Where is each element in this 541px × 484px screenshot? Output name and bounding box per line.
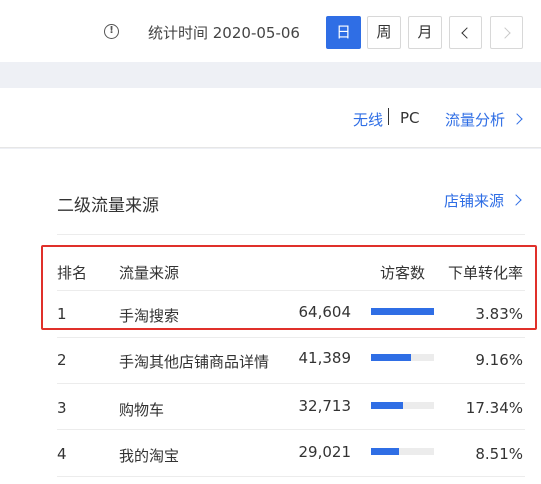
divider	[57, 429, 525, 430]
store-source-link[interactable]: 店铺来源	[444, 190, 522, 211]
traffic-analysis-label: 流量分析	[445, 111, 506, 129]
divider	[57, 234, 525, 235]
col-source: 流量来源	[119, 264, 180, 282]
info-icon: !	[104, 24, 119, 39]
row-rank: 2	[57, 351, 67, 369]
visitor-bar	[371, 448, 434, 455]
row-rank: 1	[57, 305, 67, 323]
visitor-bar-fill	[371, 308, 434, 315]
chevron-left-icon	[461, 27, 473, 39]
wireless-link[interactable]: 无线	[353, 109, 383, 130]
pc-link[interactable]: PC	[400, 109, 420, 127]
chevron-right-icon	[511, 113, 523, 125]
visitor-bar-fill	[371, 402, 404, 409]
chevron-right-icon	[499, 27, 511, 39]
divider	[57, 476, 525, 477]
visitor-bar	[371, 354, 434, 361]
visitor-bar-fill	[371, 448, 400, 455]
col-rank: 排名	[57, 264, 88, 282]
store-source-label: 店铺来源	[444, 192, 505, 210]
col-visitors[interactable]: 访客数	[380, 262, 425, 283]
traffic-source-panel: 二级流量来源 店铺来源 排名 流量来源 访客数 下单转化率 1 手淘搜索 64,…	[0, 149, 541, 484]
prev-date-button[interactable]	[449, 16, 482, 49]
stat-time: 统计时间 2020-05-06	[148, 24, 300, 42]
row-source[interactable]: 我的淘宝	[119, 445, 179, 466]
toolbar: ! 统计时间 2020-05-06 日 周 月	[0, 0, 541, 62]
day-button[interactable]: 日	[326, 16, 361, 49]
next-date-button[interactable]	[490, 16, 523, 49]
col-conversion[interactable]: 下单转化率	[448, 262, 523, 283]
row-rate: 17.34%	[465, 399, 523, 417]
row-source[interactable]: 手淘其他店铺商品详情	[119, 351, 269, 372]
visitor-bar-fill	[371, 354, 412, 361]
chevron-right-icon	[510, 194, 522, 206]
row-rate: 8.51%	[475, 445, 523, 463]
row-visitors: 41,389	[298, 349, 352, 367]
row-source[interactable]: 购物车	[119, 399, 164, 420]
divider	[57, 290, 525, 291]
divider	[388, 108, 389, 125]
divider	[57, 383, 525, 384]
row-rate: 3.83%	[475, 305, 523, 323]
visitor-bar	[371, 308, 434, 315]
section-title: 二级流量来源	[57, 196, 159, 216]
row-visitors: 29,021	[298, 443, 352, 461]
divider	[57, 337, 525, 338]
traffic-analysis-link[interactable]: 流量分析	[445, 109, 523, 130]
subnav-panel: 无线 PC 流量分析	[0, 88, 541, 148]
row-rate: 9.16%	[475, 351, 523, 369]
row-visitors: 64,604	[298, 303, 352, 321]
week-button[interactable]: 周	[367, 16, 401, 49]
month-button[interactable]: 月	[408, 16, 442, 49]
row-source[interactable]: 手淘搜索	[119, 305, 179, 326]
visitor-bar	[371, 402, 434, 409]
row-rank: 4	[57, 445, 67, 463]
row-rank: 3	[57, 399, 67, 417]
row-visitors: 32,713	[298, 397, 352, 415]
